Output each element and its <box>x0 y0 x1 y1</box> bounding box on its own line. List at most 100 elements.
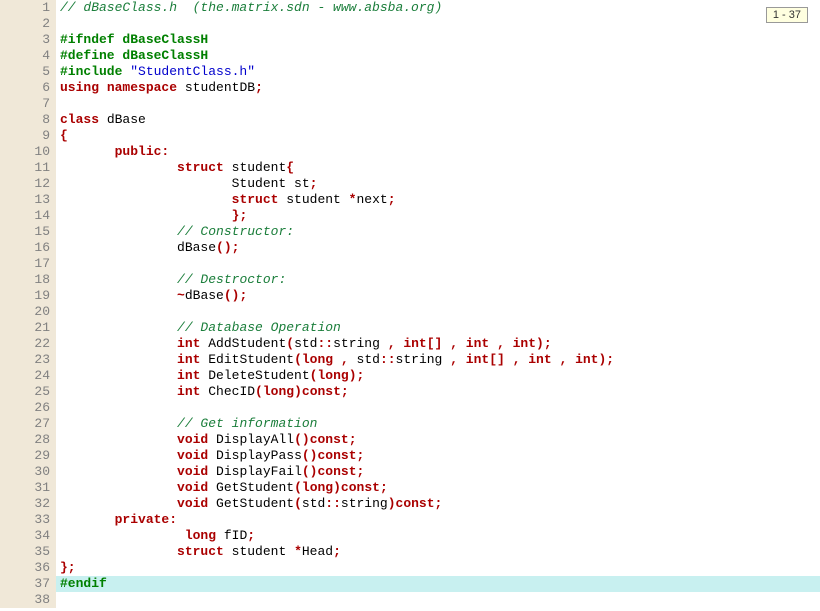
line-number: 23 <box>0 352 56 368</box>
code-line[interactable]: 25 int ChecID(long)const; <box>0 384 820 400</box>
code-line[interactable]: 33 private: <box>0 512 820 528</box>
code-content[interactable] <box>56 256 820 272</box>
code-content[interactable]: void DisplayPass()const; <box>56 448 820 464</box>
code-line[interactable]: 26 <box>0 400 820 416</box>
line-number: 5 <box>0 64 56 80</box>
code-line[interactable]: 9{ <box>0 128 820 144</box>
code-content[interactable] <box>56 16 820 32</box>
line-number: 12 <box>0 176 56 192</box>
code-line[interactable]: 30 void DisplayFail()const; <box>0 464 820 480</box>
line-number: 38 <box>0 592 56 608</box>
line-number: 4 <box>0 48 56 64</box>
code-content[interactable]: // Constructor: <box>56 224 820 240</box>
line-number: 25 <box>0 384 56 400</box>
code-content[interactable]: public: <box>56 144 820 160</box>
code-content[interactable]: // Get information <box>56 416 820 432</box>
code-line[interactable]: 22 int AddStudent(std::string , int[] , … <box>0 336 820 352</box>
code-line[interactable]: 23 int EditStudent(long , std::string , … <box>0 352 820 368</box>
code-line[interactable]: 17 <box>0 256 820 272</box>
code-line[interactable]: 27 // Get information <box>0 416 820 432</box>
code-content[interactable] <box>56 304 820 320</box>
code-content[interactable]: #ifndef dBaseClassH <box>56 32 820 48</box>
code-line[interactable]: 32 void GetStudent(std::string)const; <box>0 496 820 512</box>
code-line[interactable]: 38 <box>0 592 820 608</box>
code-line[interactable]: 8class dBase <box>0 112 820 128</box>
code-content[interactable]: void DisplayAll()const; <box>56 432 820 448</box>
code-line[interactable]: 31 void GetStudent(long)const; <box>0 480 820 496</box>
code-line[interactable]: 28 void DisplayAll()const; <box>0 432 820 448</box>
code-line[interactable]: 12 Student st; <box>0 176 820 192</box>
code-content[interactable] <box>56 96 820 112</box>
line-number: 2 <box>0 16 56 32</box>
code-content[interactable]: struct student *Head; <box>56 544 820 560</box>
code-content[interactable]: int ChecID(long)const; <box>56 384 820 400</box>
code-line[interactable]: 3#ifndef dBaseClassH <box>0 32 820 48</box>
code-content[interactable]: private: <box>56 512 820 528</box>
code-content[interactable]: #endif <box>56 576 820 592</box>
line-number: 8 <box>0 112 56 128</box>
code-line[interactable]: 11 struct student{ <box>0 160 820 176</box>
code-content[interactable]: ~dBase(); <box>56 288 820 304</box>
line-number: 30 <box>0 464 56 480</box>
code-line[interactable]: 29 void DisplayPass()const; <box>0 448 820 464</box>
code-line[interactable]: 34 long fID; <box>0 528 820 544</box>
code-content[interactable]: void GetStudent(long)const; <box>56 480 820 496</box>
line-number: 26 <box>0 400 56 416</box>
code-content[interactable]: int EditStudent(long , std::string , int… <box>56 352 820 368</box>
code-line[interactable]: 15 // Constructor: <box>0 224 820 240</box>
code-line[interactable]: 18 // Destroctor: <box>0 272 820 288</box>
line-number: 32 <box>0 496 56 512</box>
line-number: 28 <box>0 432 56 448</box>
code-line[interactable]: 16 dBase(); <box>0 240 820 256</box>
code-line[interactable]: 13 struct student *next; <box>0 192 820 208</box>
code-line[interactable]: 10 public: <box>0 144 820 160</box>
code-content[interactable]: // Destroctor: <box>56 272 820 288</box>
code-content[interactable]: // Database Operation <box>56 320 820 336</box>
code-content[interactable]: // dBaseClass.h (the.matrix.sdn - www.ab… <box>56 0 820 16</box>
code-content[interactable]: int DeleteStudent(long); <box>56 368 820 384</box>
line-number: 15 <box>0 224 56 240</box>
line-number: 11 <box>0 160 56 176</box>
line-number: 10 <box>0 144 56 160</box>
code-content[interactable]: long fID; <box>56 528 820 544</box>
code-line[interactable]: 2 <box>0 16 820 32</box>
code-content[interactable]: dBase(); <box>56 240 820 256</box>
code-line[interactable]: 20 <box>0 304 820 320</box>
code-content[interactable]: Student st; <box>56 176 820 192</box>
code-line[interactable]: 37#endif <box>0 576 820 592</box>
code-line[interactable]: 19 ~dBase(); <box>0 288 820 304</box>
code-content[interactable]: #define dBaseClassH <box>56 48 820 64</box>
line-number: 17 <box>0 256 56 272</box>
code-content[interactable]: class dBase <box>56 112 820 128</box>
code-line[interactable]: 21 // Database Operation <box>0 320 820 336</box>
code-line[interactable]: 7 <box>0 96 820 112</box>
line-number: 19 <box>0 288 56 304</box>
code-content[interactable]: void DisplayFail()const; <box>56 464 820 480</box>
code-line[interactable]: 6using namespace studentDB; <box>0 80 820 96</box>
code-line[interactable]: 1// dBaseClass.h (the.matrix.sdn - www.a… <box>0 0 820 16</box>
line-number: 27 <box>0 416 56 432</box>
code-content[interactable]: }; <box>56 560 820 576</box>
code-line[interactable]: 36}; <box>0 560 820 576</box>
code-content[interactable]: #include "StudentClass.h" <box>56 64 820 80</box>
line-number: 31 <box>0 480 56 496</box>
code-content[interactable] <box>56 592 820 608</box>
code-content[interactable]: void GetStudent(std::string)const; <box>56 496 820 512</box>
code-content[interactable] <box>56 400 820 416</box>
code-editor[interactable]: 1// dBaseClass.h (the.matrix.sdn - www.a… <box>0 0 820 611</box>
line-number: 18 <box>0 272 56 288</box>
code-content[interactable]: struct student *next; <box>56 192 820 208</box>
code-content[interactable]: using namespace studentDB; <box>56 80 820 96</box>
code-line[interactable]: 24 int DeleteStudent(long); <box>0 368 820 384</box>
code-line[interactable]: 35 struct student *Head; <box>0 544 820 560</box>
code-line[interactable]: 14 }; <box>0 208 820 224</box>
code-content[interactable]: int AddStudent(std::string , int[] , int… <box>56 336 820 352</box>
code-content[interactable]: }; <box>56 208 820 224</box>
line-number: 36 <box>0 560 56 576</box>
code-content[interactable]: { <box>56 128 820 144</box>
code-line[interactable]: 5#include "StudentClass.h" <box>0 64 820 80</box>
line-number: 9 <box>0 128 56 144</box>
code-content[interactable]: struct student{ <box>56 160 820 176</box>
code-line[interactable]: 4#define dBaseClassH <box>0 48 820 64</box>
line-number: 24 <box>0 368 56 384</box>
